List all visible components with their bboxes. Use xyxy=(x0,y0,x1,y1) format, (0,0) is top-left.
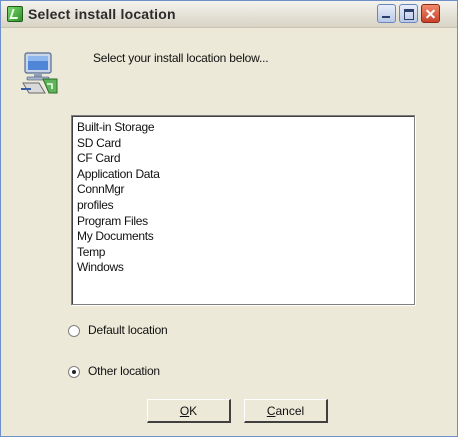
radio-selected-dot xyxy=(72,370,76,374)
window-title: Select install location xyxy=(28,6,176,22)
maximize-button[interactable] xyxy=(399,4,418,23)
list-item[interactable]: My Documents xyxy=(77,229,414,245)
minimize-button[interactable] xyxy=(377,4,396,23)
list-item[interactable]: Built-in Storage xyxy=(77,120,414,136)
instruction-text: Select your install location below... xyxy=(93,51,269,65)
ok-mnemonic: O xyxy=(179,403,190,418)
list-item[interactable]: Temp xyxy=(77,245,414,261)
cancel-button[interactable]: Cancel xyxy=(244,399,328,423)
list-item[interactable]: CF Card xyxy=(77,151,414,167)
computer-install-icon xyxy=(21,52,58,94)
title-bar[interactable]: Select install location xyxy=(1,1,457,28)
list-item[interactable]: SD Card xyxy=(77,136,414,152)
radio-circle[interactable] xyxy=(68,325,80,337)
list-item[interactable]: ConnMgr xyxy=(77,182,414,198)
default-location-label: Default location xyxy=(88,323,168,337)
other-location-label: Other location xyxy=(88,364,160,378)
install-location-dialog: Select install location Select your inst… xyxy=(0,0,458,437)
list-item[interactable]: Application Data xyxy=(77,167,414,183)
radio-circle[interactable] xyxy=(68,366,80,378)
list-item[interactable]: profiles xyxy=(77,198,414,214)
list-item[interactable]: Windows xyxy=(77,260,414,276)
app-check-icon xyxy=(7,6,23,22)
ok-label-rest: K xyxy=(189,403,198,418)
list-item[interactable]: Program Files xyxy=(77,214,414,230)
location-list[interactable]: Built-in Storage SD Card CF Card Applica… xyxy=(71,115,415,305)
close-button[interactable] xyxy=(421,4,440,23)
ok-button[interactable]: OK xyxy=(147,399,231,423)
cancel-label-rest: ancel xyxy=(275,403,305,418)
